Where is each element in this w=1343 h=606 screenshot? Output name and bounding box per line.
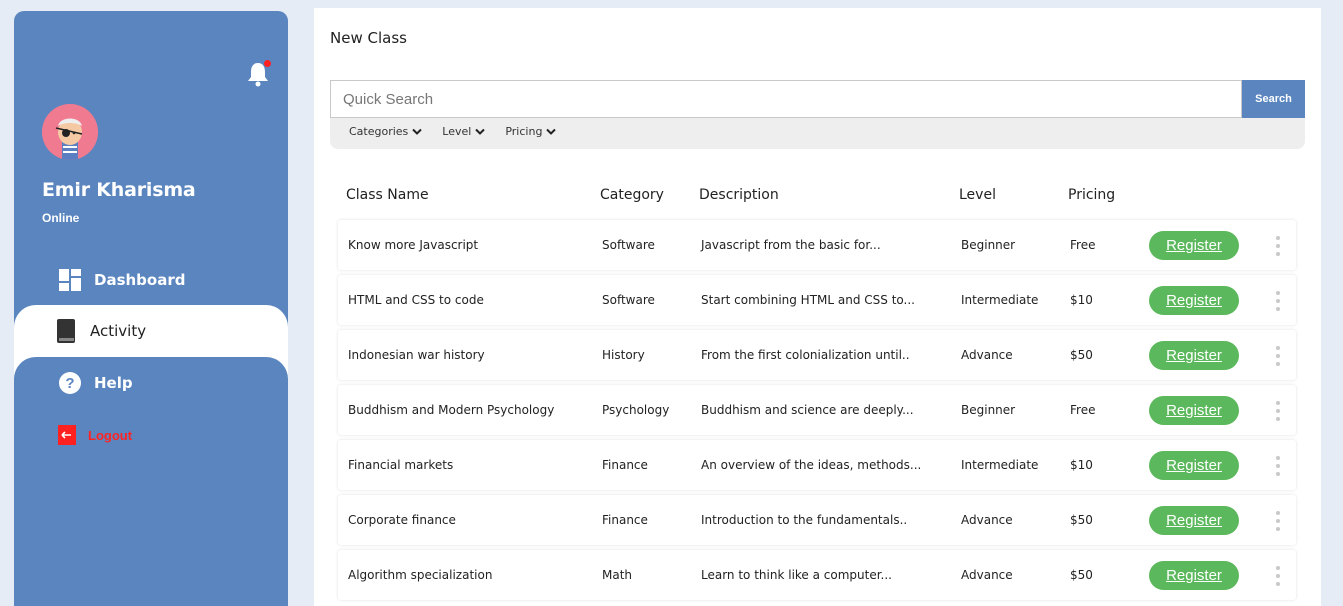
- pricing-cell: Free: [1070, 403, 1096, 417]
- category-cell: Software: [602, 238, 655, 252]
- description-cell: Javascript from the basic for...: [701, 238, 881, 252]
- category-cell: Software: [602, 293, 655, 307]
- nav-lower-section: ? Help Logout: [14, 357, 288, 606]
- class-name-cell: Algorithm specialization: [348, 568, 493, 582]
- pricing-cell: $50: [1070, 348, 1093, 362]
- pricing-cell: $10: [1070, 458, 1093, 472]
- nav-item-dashboard[interactable]: Dashboard: [14, 254, 288, 306]
- class-name-cell: Financial markets: [348, 458, 454, 472]
- nav-item-logout[interactable]: Logout: [14, 409, 288, 461]
- chevron-down-icon: [475, 128, 486, 135]
- register-button[interactable]: Register: [1149, 231, 1239, 260]
- notification-dot: [264, 60, 271, 67]
- sidebar: Emir Kharisma Online Dashboard Activity: [14, 11, 288, 606]
- page-title: New Class: [330, 29, 407, 47]
- class-name-cell: HTML and CSS to code: [348, 293, 484, 307]
- filter-label: Categories: [349, 125, 409, 138]
- filter-level[interactable]: Level: [442, 125, 486, 138]
- table-row: Financial markets Finance An overview of t…: [338, 440, 1296, 490]
- pricing-cell: $50: [1070, 513, 1093, 527]
- pricing-cell: $50: [1070, 568, 1093, 582]
- column-header-category: Category: [600, 187, 664, 203]
- level-cell: Beginner: [961, 238, 1016, 252]
- filter-label: Pricing: [505, 125, 543, 138]
- search-button[interactable]: Search: [1242, 80, 1305, 118]
- more-options-icon[interactable]: [1275, 566, 1281, 586]
- description-cell: Buddhism and science are deeply...: [701, 403, 914, 417]
- category-cell: History: [602, 348, 645, 362]
- level-cell: Intermediate: [961, 293, 1039, 307]
- table-row: Indonesian war history History From the fi…: [338, 330, 1296, 380]
- dashboard-grid-icon: [58, 268, 82, 292]
- register-button[interactable]: Register: [1149, 286, 1239, 315]
- pricing-cell: $10: [1070, 293, 1093, 307]
- user-status: Online: [42, 211, 80, 225]
- register-button[interactable]: Register: [1149, 451, 1239, 480]
- table-row: Corporate finance Finance Introduction to …: [338, 495, 1296, 545]
- table-row: HTML and CSS to code Software Start combin…: [338, 275, 1296, 325]
- description-cell: From the first colonialization until..: [701, 348, 910, 362]
- logout-arrow-icon: [58, 425, 76, 445]
- table-row: Know more Javascript Software Javascript f…: [338, 220, 1296, 270]
- category-cell: Math: [602, 568, 633, 582]
- more-options-icon[interactable]: [1275, 401, 1281, 421]
- question-circle-icon: ?: [58, 371, 82, 395]
- bell-icon[interactable]: [244, 60, 272, 88]
- register-button[interactable]: Register: [1149, 561, 1239, 590]
- search-area: Search Categories Level Pricing: [330, 80, 1305, 149]
- category-cell: Finance: [602, 458, 648, 472]
- column-header-class-name: Class Name: [346, 187, 429, 203]
- class-name-cell: Buddhism and Modern Psychology: [348, 403, 555, 417]
- more-options-icon[interactable]: [1275, 346, 1281, 366]
- filter-label: Level: [442, 125, 472, 138]
- main-panel: New Class Search Categories Level Pricin…: [314, 8, 1321, 606]
- more-options-icon[interactable]: [1275, 236, 1281, 256]
- avatar: [42, 104, 98, 160]
- level-cell: Intermediate: [961, 458, 1039, 472]
- description-cell: Learn to think like a computer...: [701, 568, 892, 582]
- level-cell: Advance: [961, 568, 1013, 582]
- class-name-cell: Indonesian war history: [348, 348, 485, 362]
- level-cell: Advance: [961, 348, 1013, 362]
- column-header-description: Description: [699, 187, 779, 203]
- nav-item-help[interactable]: ? Help: [14, 357, 288, 409]
- register-button[interactable]: Register: [1149, 506, 1239, 535]
- table-row: Algorithm specialization Math Learn to thi…: [338, 550, 1296, 600]
- svg-text:?: ?: [65, 375, 74, 392]
- chevron-down-icon: [546, 128, 557, 135]
- nav-label-activity: Activity: [90, 322, 147, 340]
- description-cell: Introduction to the fundamentals..: [701, 513, 908, 527]
- more-options-icon[interactable]: [1275, 291, 1281, 311]
- table-row: Buddhism and Modern Psychology Psychology…: [338, 385, 1296, 435]
- filter-bar: Categories Level Pricing: [349, 125, 557, 138]
- pricing-cell: Free: [1070, 238, 1096, 252]
- class-name-cell: Corporate finance: [348, 513, 456, 527]
- column-header-level: Level: [959, 187, 996, 203]
- nav-label-logout: Logout: [88, 427, 133, 443]
- nav-item-activity[interactable]: Activity: [14, 305, 288, 379]
- user-name: Emir Kharisma: [42, 179, 196, 201]
- nav-label-dashboard: Dashboard: [94, 271, 186, 289]
- search-input[interactable]: [330, 80, 1242, 118]
- more-options-icon[interactable]: [1275, 511, 1281, 531]
- level-cell: Advance: [961, 513, 1013, 527]
- description-cell: Start combining HTML and CSS to...: [701, 293, 915, 307]
- filter-pricing[interactable]: Pricing: [505, 125, 557, 138]
- category-cell: Finance: [602, 513, 648, 527]
- level-cell: Beginner: [961, 403, 1016, 417]
- filter-categories[interactable]: Categories: [349, 125, 423, 138]
- more-options-icon[interactable]: [1275, 456, 1281, 476]
- category-cell: Psychology: [602, 403, 670, 417]
- register-button[interactable]: Register: [1149, 396, 1239, 425]
- column-header-pricing: Pricing: [1068, 187, 1116, 203]
- book-icon: [54, 319, 78, 343]
- register-button[interactable]: Register: [1149, 341, 1239, 370]
- nav-label-help: Help: [94, 374, 133, 392]
- chevron-down-icon: [412, 128, 423, 135]
- description-cell: An overview of the ideas, methods...: [701, 458, 922, 472]
- class-name-cell: Know more Javascript: [348, 238, 479, 252]
